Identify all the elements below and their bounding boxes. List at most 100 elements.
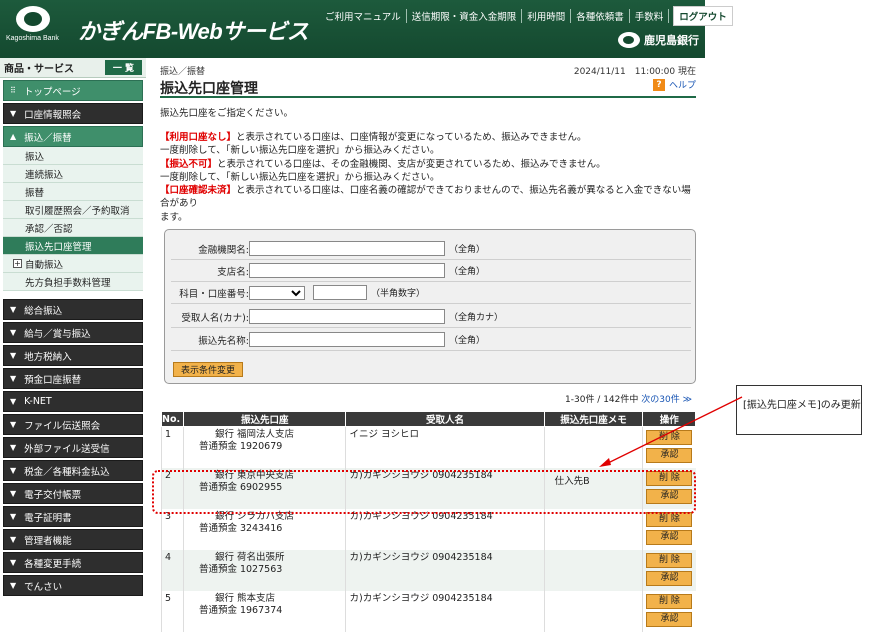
row-memo (543, 591, 643, 632)
topnav-forms-link[interactable]: 各種依頼書 (571, 9, 630, 23)
sidebar-item[interactable]: ▼ 税金／各種料金払込 (3, 460, 143, 481)
next-page-link[interactable]: 次の30件 ≫ (641, 395, 692, 405)
approve-button[interactable]: 承認 (646, 612, 693, 627)
delete-button[interactable]: 削 除 (646, 594, 693, 609)
row-operations: 削 除承認 (642, 591, 696, 632)
notice-text: 一度削除して、「新しい振込先口座を選択」から振込みください。 (160, 171, 440, 183)
topnav-manual-link[interactable]: ご利用マニュアル (320, 9, 407, 23)
sidebar-item[interactable]: ▼ 電子交付帳票 (3, 483, 143, 504)
row-account: 銀行 東京中央支店 普通預金 6902955 (182, 468, 346, 509)
account-type-select[interactable] (249, 285, 305, 300)
sidebar-item[interactable]: ▼ ファイル伝送照会 (3, 414, 143, 435)
payee-name-hint: （全角カナ） (449, 313, 504, 323)
app-title: かぎんFB-Webサービス (78, 19, 309, 44)
notice-text: ます。 (160, 211, 188, 223)
triangle-down-icon: ▼ (10, 305, 17, 314)
bank-name-input[interactable] (249, 241, 445, 256)
account-number-hint: （半角数字） (371, 289, 426, 299)
notice-line: 【振込不可】と表示されている口座は、その金融機関、支店が変更されているため、振込… (160, 158, 696, 171)
sidebar-item[interactable]: ▼ 総合振込 (3, 299, 143, 320)
row-account: 銀行 福岡法人支店 普通預金 1920679 (182, 426, 346, 468)
pagination: 1-30件 / 142件中 次の30件 ≫ (565, 392, 692, 405)
approve-button[interactable]: 承認 (646, 571, 693, 586)
notice-status-label: 【口座確認未済】 (160, 185, 237, 197)
sidebar-item[interactable]: ▼ でんさい (3, 575, 143, 596)
sidebar-item[interactable]: ▼ 電子証明書 (3, 506, 143, 527)
table-header-row: No. 振込先口座 受取人名 振込先口座メモ 操作 (161, 411, 696, 427)
submenu-item-fee-management[interactable]: 先方負担手数料管理 (3, 273, 143, 291)
sidebar-item[interactable]: ▼ 各種変更手続 (3, 552, 143, 573)
approve-button[interactable]: 承認 (646, 530, 693, 545)
submenu-item-furikomi[interactable]: 振込 (3, 147, 143, 165)
approve-button[interactable]: 承認 (646, 489, 693, 504)
row-payee-name: カ)カギンシヨウジ 0904235184 (345, 509, 545, 550)
sidebar-item[interactable]: ▼ K-NET (3, 391, 143, 412)
expand-plus-icon[interactable]: + (13, 259, 22, 268)
payee-account-table: No. 振込先口座 受取人名 振込先口座メモ 操作 1 銀行 福岡法人支店 普通預金… (161, 411, 696, 632)
notice-text: 一度削除して、「新しい振込先口座を選択」から振込みください。 (160, 145, 440, 157)
triangle-down-icon: ▼ (10, 489, 17, 498)
app-header: Kagoshima Bank かぎんFB-Webサービス ご利用マニュアル 送信… (0, 0, 733, 58)
table-row: 1 銀行 福岡法人支店 普通預金 1920679 イニジ ヨシヒロ削 除承認 (161, 426, 696, 468)
dest-name-label: 振込先名称: (198, 335, 249, 347)
help-link[interactable]: ? ヘルプ (652, 78, 696, 91)
delete-button[interactable]: 削 除 (646, 553, 693, 568)
column-header-operation: 操作 (642, 411, 696, 427)
delete-button[interactable]: 削 除 (646, 430, 693, 445)
topnav-hours-link[interactable]: 利用時間 (522, 9, 572, 23)
row-number: 1 (161, 426, 184, 468)
row-account-bank: 銀行 熊本支店 (214, 593, 275, 604)
annotation-callout: [振込先口座メモ]のみ更新 (736, 385, 862, 435)
submenu-item-history[interactable]: 取引履歴照会／予約取消 (3, 201, 143, 219)
bank-name-label: 金融機関名: (198, 244, 249, 256)
top-nav: ご利用マニュアル 送信期限・資金入金期限 利用時間 各種依頼書 手数料 ログアウ… (320, 6, 733, 26)
account-number-input[interactable] (313, 285, 367, 300)
sidebar-item[interactable]: ▼ 管理者機能 (3, 529, 143, 550)
notice-list: 【利用口座なし】と表示されている口座は、口座情報が変更になっているため、振込みで… (160, 131, 696, 224)
sidebar-item[interactable]: ▼ 地方税納入 (3, 345, 143, 366)
submenu-item-furikae[interactable]: 振替 (3, 183, 143, 201)
row-operations: 削 除承認 (642, 468, 696, 509)
topnav-deadline-link[interactable]: 送信期限・資金入金期限 (407, 9, 523, 23)
submenu-item-auto-transfer[interactable]: + 自動振込 (3, 255, 143, 273)
payee-name-row: 受取人名(カナ): （全角カナ） (171, 306, 691, 328)
submenu-item-continuous[interactable]: 連続振込 (3, 165, 143, 183)
notice-line: 一度削除して、「新しい振込先口座を選択」から振込みください。 (160, 171, 696, 184)
row-account-number: 普通預金 1920679 (198, 441, 283, 452)
column-header-no: No. (161, 411, 184, 427)
delete-button[interactable]: 削 除 (646, 471, 693, 486)
delete-button[interactable]: 削 除 (646, 512, 693, 527)
row-operations: 削 除承認 (642, 509, 696, 550)
logout-button[interactable]: ログアウト (673, 6, 733, 26)
column-header-memo: 振込先口座メモ (543, 411, 644, 427)
sidebar-list-button[interactable]: 一 覧 (104, 60, 142, 75)
sidebar-item[interactable]: ▼ 外部ファイル送受信 (3, 437, 143, 458)
row-account-bank: 銀行 シラカハ支店 (214, 511, 294, 522)
title-divider (160, 96, 696, 98)
dest-name-input[interactable] (249, 332, 445, 347)
approve-button[interactable]: 承認 (646, 448, 693, 463)
intro-text: 振込先口座をご指定ください。 (160, 108, 294, 119)
submenu-item-approval[interactable]: 承認／否認 (3, 219, 143, 237)
row-account: 銀行 荷名出張所 普通預金 1027563 (182, 550, 346, 591)
table-row: 3 銀行 シラカハ支店 普通預金 3243416 カ)カギンシヨウジ 09042351… (161, 509, 696, 550)
row-number: 4 (161, 550, 184, 591)
sidebar-item-top-page[interactable]: ⠿ トップページ (3, 80, 143, 101)
submenu-item-payee-accounts[interactable]: 振込先口座管理 (3, 237, 143, 255)
sidebar-item-label: 給与／賞与振込 (24, 328, 91, 340)
sidebar-item-account-info[interactable]: ▼ 口座情報照会 (3, 103, 143, 124)
branch-name-input[interactable] (249, 263, 445, 278)
sidebar-item-label: 税金／各種料金払込 (24, 466, 110, 478)
triangle-down-icon: ▼ (10, 581, 17, 590)
sidebar-item[interactable]: ▼ 預金口座振替 (3, 368, 143, 389)
bank-name: 鹿児島銀行 (618, 32, 699, 48)
row-account-bank: 銀行 福岡法人支店 (214, 429, 294, 440)
topnav-fees-link[interactable]: 手数料 (630, 9, 670, 23)
sidebar-item-label: 外部ファイル送受信 (24, 443, 110, 455)
triangle-up-icon: ▲ (10, 132, 17, 141)
sidebar-item-transfer[interactable]: ▲ 振込／振替 (3, 126, 143, 147)
grid-icon: ⠿ (10, 86, 16, 95)
payee-name-input[interactable] (249, 309, 445, 324)
change-display-conditions-button[interactable]: 表示条件変更 (173, 362, 244, 377)
sidebar-item[interactable]: ▼ 給与／賞与振込 (3, 322, 143, 343)
